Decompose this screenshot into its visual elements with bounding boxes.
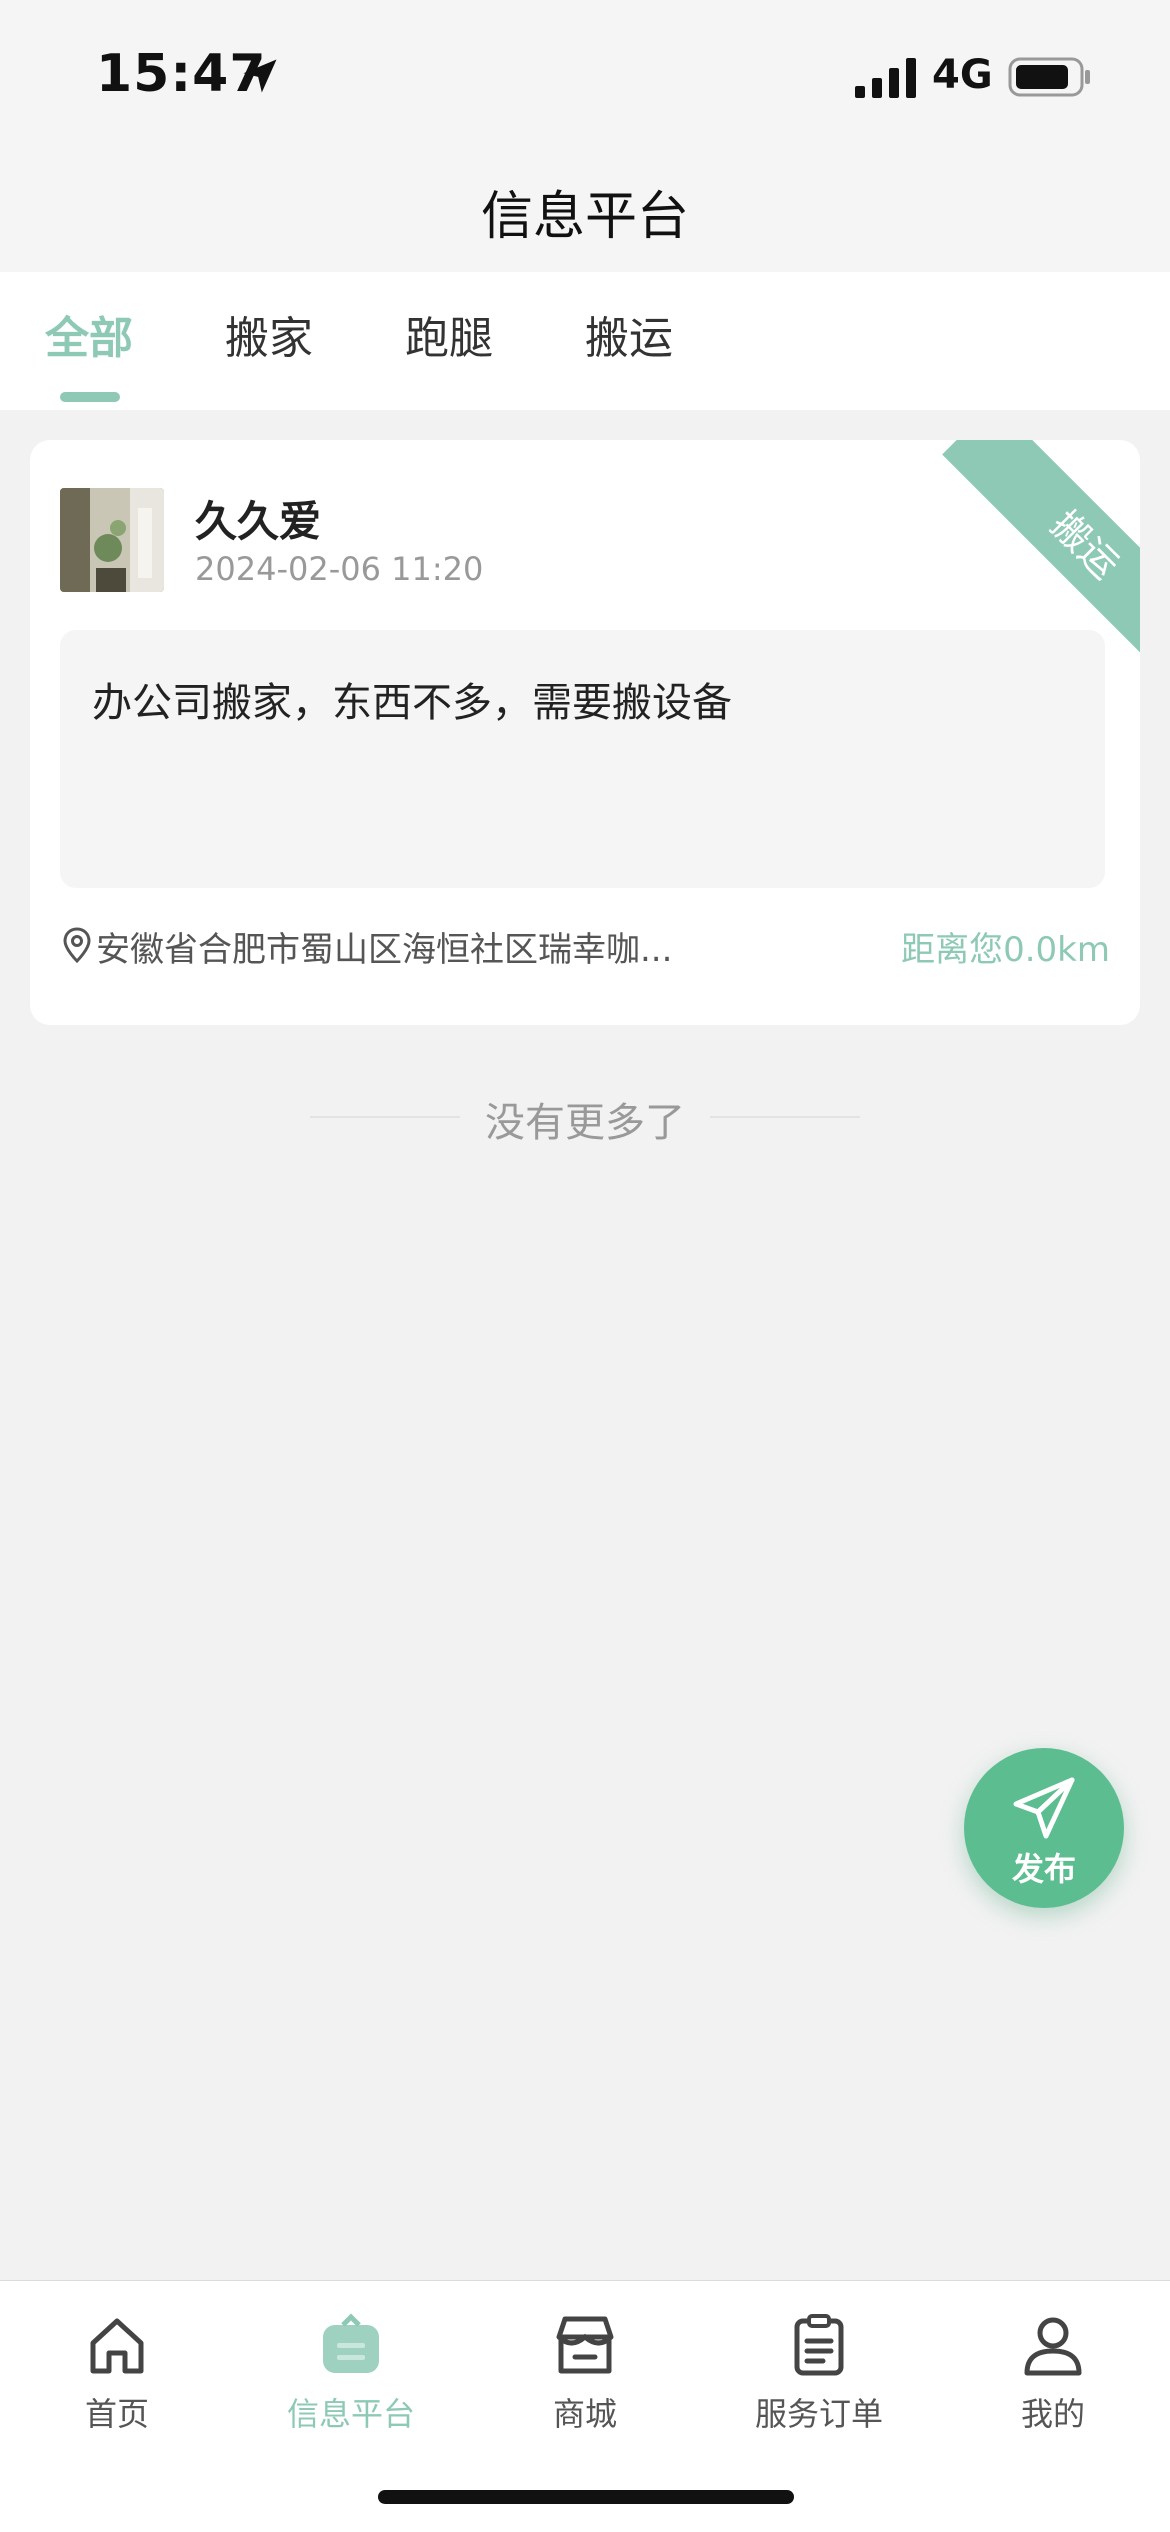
- post-distance: 距离您0.0km: [901, 930, 1110, 970]
- tab-errand[interactable]: 跑腿: [405, 302, 493, 366]
- signal-bars-icon: [855, 58, 916, 98]
- page-header: 信息平台: [0, 150, 1170, 272]
- post-card[interactable]: 久久爱 2024-02-06 11:20 搬运 办公司搬家，东西不多，需要搬设备…: [30, 440, 1140, 1025]
- home-icon: [90, 2318, 144, 2374]
- nav-label-store: 商城: [552, 2395, 617, 2433]
- tab-active-indicator: [60, 392, 120, 402]
- post-address: 安徽省合肥市蜀山区海恒社区瑞幸咖...: [96, 930, 673, 970]
- nav-item-home[interactable]: 首页: [0, 2303, 234, 2443]
- nav-label-info-platform: 信息平台: [286, 2395, 415, 2433]
- avatar: [60, 488, 164, 592]
- publish-button[interactable]: 发布: [964, 1748, 1124, 1908]
- nav-label-home: 首页: [84, 2395, 149, 2433]
- page-title: 信息平台: [480, 187, 689, 247]
- tab-moving[interactable]: 搬家: [225, 302, 313, 366]
- post-content: 办公司搬家，东西不多，需要搬设备: [92, 680, 732, 726]
- store-icon: [556, 2316, 614, 2374]
- post-content-box: 办公司搬家，东西不多，需要搬设备: [60, 630, 1105, 888]
- status-bar: 15:47 4G: [0, 0, 1170, 150]
- location-pin-icon: [63, 927, 91, 964]
- nav-item-orders[interactable]: 服务订单: [702, 2303, 936, 2443]
- nav-label-mine: 我的: [1020, 2395, 1085, 2433]
- nav-label-orders: 服务订单: [754, 2395, 883, 2433]
- location-arrow-icon: [243, 59, 277, 93]
- nav-item-info-platform[interactable]: 信息平台: [234, 2303, 468, 2443]
- publish-label: 发布: [1011, 1850, 1076, 1888]
- clipboard-icon: [794, 2314, 844, 2376]
- tab-all[interactable]: 全部: [45, 302, 133, 366]
- info-platform-icon: [323, 2313, 379, 2373]
- paper-plane-icon: [1013, 1777, 1075, 1839]
- home-indicator[interactable]: [378, 2490, 794, 2504]
- network-label: 4G: [932, 52, 993, 98]
- nav-item-store[interactable]: 商城: [468, 2303, 702, 2443]
- post-user-name: 久久爱: [195, 497, 322, 546]
- post-time: 2024-02-06 11:20: [195, 550, 484, 588]
- battery-icon: [1008, 57, 1090, 97]
- tab-carrying[interactable]: 搬运: [585, 302, 673, 366]
- nav-item-mine[interactable]: 我的: [936, 2303, 1170, 2443]
- user-icon: [1024, 2317, 1082, 2376]
- list-end-text: 没有更多了: [485, 1100, 685, 1146]
- category-tabs: 全部 搬家 跑腿 搬运: [0, 272, 1170, 410]
